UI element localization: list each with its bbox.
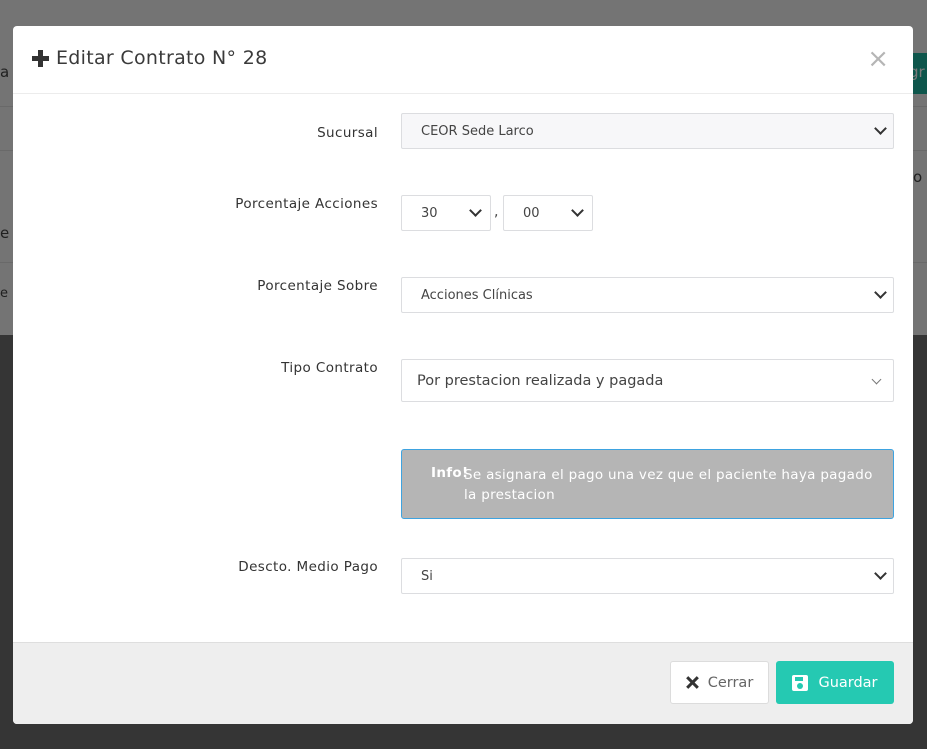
chevron-down-icon	[874, 567, 887, 580]
porcentaje-decimal-select[interactable]: 00	[503, 195, 593, 231]
close-icon	[686, 676, 699, 689]
close-icon[interactable]: ×	[867, 46, 889, 72]
info-alert-text: Se asignara el pago una vez que el pacie…	[464, 467, 873, 503]
porcentaje-sobre-label: Porcentaje Sobre	[257, 278, 378, 294]
modal-header: Editar Contrato N° 28 ×	[13, 26, 913, 94]
save-icon	[792, 674, 809, 691]
chevron-down-icon	[469, 204, 482, 217]
edit-contract-modal: Editar Contrato N° 28 × Sucursal CEOR Se…	[13, 26, 913, 724]
info-alert-title: Info!	[431, 465, 469, 481]
tipo-contrato-select[interactable]: Por prestacion realizada y pagada	[401, 359, 894, 402]
save-button[interactable]: Guardar	[776, 661, 894, 704]
tipo-contrato-value: Por prestacion realizada y pagada	[417, 372, 664, 389]
tipo-contrato-label: Tipo Contrato	[281, 360, 378, 376]
chevron-down-icon	[874, 286, 887, 299]
close-button[interactable]: Cerrar	[670, 661, 769, 704]
sucursal-select[interactable]: CEOR Sede Larco	[401, 113, 894, 149]
chevron-down-icon	[874, 122, 887, 135]
modal-title: Editar Contrato N° 28	[56, 47, 268, 69]
porcentaje-decimal-value: 00	[523, 205, 540, 221]
save-button-label: Guardar	[818, 674, 878, 691]
porcentaje-integer-select[interactable]: 30	[401, 195, 491, 231]
descto-medio-pago-select[interactable]: Si	[401, 558, 894, 594]
porcentaje-sobre-select[interactable]: Acciones Clínicas	[401, 277, 894, 313]
decimal-separator: ,	[494, 204, 499, 220]
sucursal-value: CEOR Sede Larco	[421, 123, 534, 139]
info-alert: Info! Se asignara el pago una vez que el…	[401, 449, 894, 519]
close-button-label: Cerrar	[707, 674, 754, 691]
chevron-down-icon	[571, 204, 584, 217]
porcentaje-acciones-label: Porcentaje Acciones	[235, 196, 378, 212]
descto-medio-pago-label: Descto. Medio Pago	[238, 559, 378, 575]
chevron-down-icon	[871, 374, 882, 384]
plus-icon	[32, 50, 50, 68]
porcentaje-integer-value: 30	[421, 205, 438, 221]
sucursal-label: Sucursal	[317, 125, 378, 141]
descto-medio-pago-value: Si	[421, 568, 433, 584]
modal-footer: Cerrar Guardar	[13, 642, 913, 724]
porcentaje-sobre-value: Acciones Clínicas	[421, 287, 533, 303]
